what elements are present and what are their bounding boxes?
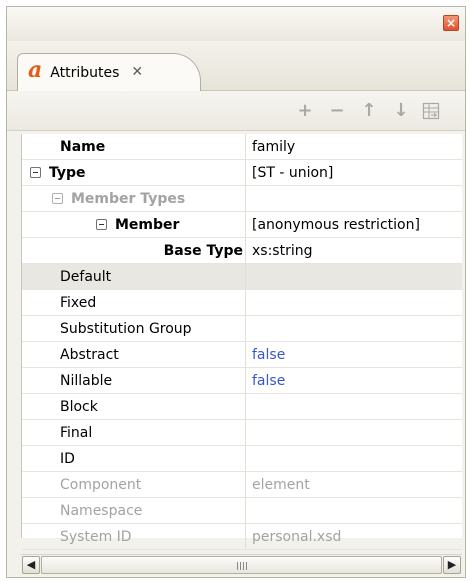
attribute-name: Type bbox=[49, 164, 86, 181]
table-row[interactable]: Substitution Group bbox=[22, 316, 462, 342]
attributes-table: Name family Type [ST - union] Member Typ… bbox=[21, 134, 462, 550]
table-row[interactable]: Type [ST - union] bbox=[22, 160, 462, 186]
move-up-icon[interactable]: ↑ bbox=[357, 99, 381, 123]
table-row[interactable]: Base Type xs:string bbox=[22, 238, 462, 264]
attribute-value[interactable]: false bbox=[246, 342, 462, 367]
table-row[interactable]: Namespace bbox=[22, 498, 462, 524]
attribute-value[interactable]: family bbox=[246, 134, 462, 159]
attribute-name: ID bbox=[22, 446, 246, 471]
attribute-value: personal.xsd bbox=[252, 528, 342, 545]
attribute-name: Base Type bbox=[22, 238, 246, 263]
table-row[interactable]: Name family bbox=[22, 134, 462, 160]
attribute-name: Substitution Group bbox=[22, 316, 246, 341]
close-icon[interactable]: × bbox=[443, 15, 459, 31]
attribute-value[interactable] bbox=[246, 290, 462, 315]
table-row[interactable]: ID bbox=[22, 446, 462, 472]
table-row[interactable]: Abstract false bbox=[22, 342, 462, 368]
tab-close-icon[interactable]: ✕ bbox=[131, 64, 143, 80]
table-export-icon[interactable] bbox=[419, 99, 443, 123]
table-row[interactable]: Nillable false bbox=[22, 368, 462, 394]
add-icon[interactable]: + bbox=[293, 99, 317, 123]
attribute-name: Member bbox=[115, 216, 180, 233]
collapse-icon[interactable] bbox=[30, 167, 41, 178]
attribute-name: Member Types bbox=[71, 190, 186, 207]
attribute-value[interactable] bbox=[246, 264, 462, 289]
attribute-value bbox=[246, 498, 462, 523]
scroll-right-icon[interactable]: ▶ bbox=[443, 556, 461, 574]
attribute-name: Component bbox=[22, 472, 246, 497]
attribute-name: Name bbox=[22, 134, 246, 159]
table-row[interactable]: Default bbox=[22, 264, 462, 290]
scroll-left-icon[interactable]: ◀ bbox=[22, 556, 40, 574]
attributes-view: × a Attributes ✕ + − ↑ ↓ Name family Typ… bbox=[6, 6, 466, 578]
title-bar: × bbox=[7, 7, 465, 41]
attribute-value[interactable] bbox=[246, 394, 462, 419]
toolbar: + − ↑ ↓ bbox=[7, 91, 465, 131]
scroll-thumb[interactable] bbox=[41, 556, 442, 574]
attribute-value[interactable] bbox=[246, 420, 462, 445]
table-row[interactable]: Component element bbox=[22, 472, 462, 498]
table-row[interactable]: Member Types bbox=[22, 186, 462, 212]
attribute-name: Block bbox=[22, 394, 246, 419]
collapse-icon[interactable] bbox=[96, 219, 107, 230]
attributes-logo-icon: a bbox=[28, 57, 43, 83]
attribute-value[interactable] bbox=[246, 186, 462, 211]
grip-icon bbox=[237, 562, 247, 570]
attribute-value: element bbox=[252, 476, 310, 493]
attribute-name: System ID bbox=[22, 524, 246, 549]
table-row[interactable]: Member [anonymous restriction] bbox=[22, 212, 462, 238]
move-down-icon[interactable]: ↓ bbox=[389, 99, 413, 123]
attribute-name: Abstract bbox=[22, 342, 246, 367]
collapse-icon[interactable] bbox=[52, 193, 63, 204]
remove-icon[interactable]: − bbox=[325, 99, 349, 123]
horizontal-scrollbar[interactable]: ◀ ▶ bbox=[21, 554, 462, 574]
tab-label: Attributes bbox=[50, 65, 120, 81]
table-row[interactable]: Fixed bbox=[22, 290, 462, 316]
attribute-name: Final bbox=[22, 420, 246, 445]
attribute-value[interactable] bbox=[246, 316, 462, 341]
attribute-value[interactable]: false bbox=[246, 368, 462, 393]
attribute-value[interactable]: [anonymous restriction] bbox=[246, 212, 462, 237]
tab-attributes[interactable]: a Attributes ✕ bbox=[17, 53, 201, 92]
table-row[interactable]: System ID personal.xsd bbox=[22, 524, 462, 550]
attribute-name: Default bbox=[22, 264, 246, 289]
attribute-value[interactable] bbox=[246, 446, 462, 471]
attribute-value[interactable]: xs:string bbox=[246, 238, 462, 263]
attribute-name: Namespace bbox=[22, 498, 246, 523]
table-row[interactable]: Final bbox=[22, 420, 462, 446]
attribute-name: Nillable bbox=[22, 368, 246, 393]
attribute-value[interactable]: [ST - union] bbox=[246, 160, 462, 185]
attribute-name: Fixed bbox=[22, 290, 246, 315]
tab-strip: a Attributes ✕ bbox=[7, 41, 465, 92]
table-row[interactable]: Block bbox=[22, 394, 462, 420]
